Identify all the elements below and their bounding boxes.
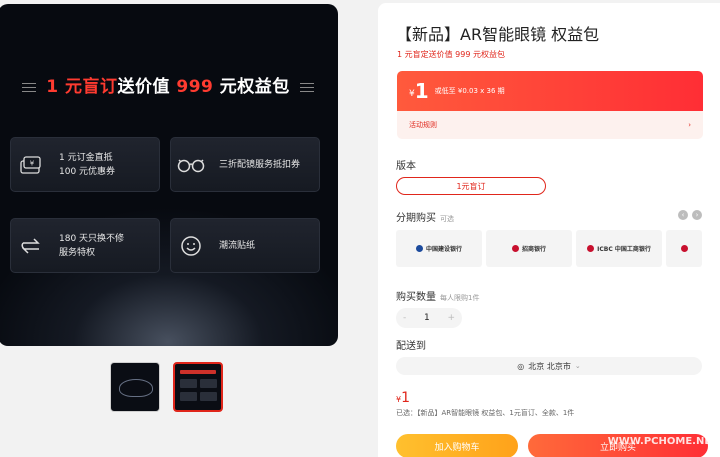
thumbnail-headline [180,370,216,374]
delivery-label: 配送到 [396,341,426,352]
version-label: 版本 [396,161,416,172]
selected-summary: 已选：【新品】AR智能眼镜 权益包、1元盲订、全款、1件 [396,409,575,417]
location-selector[interactable]: ◎ 北京 北京市 ⌄ [396,357,702,375]
glasses-thumbnail-graphic [119,379,153,397]
increment-button[interactable]: + [447,313,455,323]
product-info-panel: 【新品】AR智能眼镜 权益包 1 元盲定送价值 999 元权益包 ¥ 1 或低至… [378,3,720,457]
watermark: WWW.PCHOME.NET [607,436,718,447]
decor-lines-icon [22,82,37,92]
bank-logo-icon [511,245,519,252]
exchange-icon [11,237,51,255]
installment-text: 或低至 ¥0.03 x 36 期 [434,87,505,95]
thumbnail-card [180,379,197,388]
benefit-card-stickers: 潮流贴纸 [170,218,320,273]
chevron-down-icon: ⌄ [574,362,581,370]
benefit-card-glasses: 三折配镜服务抵扣券 [170,137,320,192]
coupon-icon: ¥ [11,155,51,175]
carousel-prev-icon[interactable]: ‹ [678,210,688,220]
bank-logo-icon [587,245,595,252]
installment-label: 分期购买 可选 [396,213,454,224]
svg-text:¥: ¥ [30,159,35,167]
promo-headline: 1 元盲订送价值 999 元权益包 [0,72,338,97]
price-banner: ¥ 1 或低至 ¥0.03 x 36 期 [397,71,703,111]
benefit-card-exchange: 180 天只换不修 服务特权 [10,218,160,273]
decor-lines-icon [299,82,314,92]
thumbnail-promo-selected[interactable] [173,362,223,412]
product-main-image: 1 元盲订送价值 999 元权益包 ¥ 1 元订金直抵 100 元优惠券 三折配… [0,4,338,346]
bank-option-icbc[interactable]: ICBC 中国工商银行 [576,230,662,267]
add-to-cart-button[interactable]: 加入购物车 [396,434,518,457]
activity-rules-link[interactable]: 活动规则 › [397,111,703,139]
location-pin-icon: ◎ [517,361,525,371]
bank-option-ccb[interactable]: 中国建设银行 [396,230,482,267]
version-option-button[interactable]: 1元盲订 [396,177,546,195]
chevron-right-icon: › [688,121,691,129]
bank-logo-icon [415,245,423,252]
decrement-button[interactable]: - [403,313,406,323]
bank-option-cmb[interactable]: 招商银行 [486,230,572,267]
benefit-card-coupon: ¥ 1 元订金直抵 100 元优惠券 [10,137,160,192]
total-price: ¥1 [396,390,411,406]
product-title: 【新品】AR智能眼镜 权益包 [396,25,600,44]
bank-logo-icon [680,245,688,252]
thumbnail-card [180,392,197,401]
smiley-icon [171,235,211,257]
thumbnail-card [200,379,217,388]
quantity-stepper: - 1 + [396,308,462,328]
carousel-next-icon[interactable]: › [692,210,702,220]
thumbnail-glasses[interactable] [110,362,160,412]
product-subtitle: 1 元盲定送价值 999 元权益包 [397,50,505,59]
thumbnail-card [200,392,217,401]
bank-option-more[interactable] [666,230,702,267]
quantity-label: 购买数量 每人限购1件 [396,292,480,303]
price-value: 1 [414,79,429,103]
quantity-value[interactable]: 1 [424,313,430,323]
glasses-icon [171,156,211,174]
